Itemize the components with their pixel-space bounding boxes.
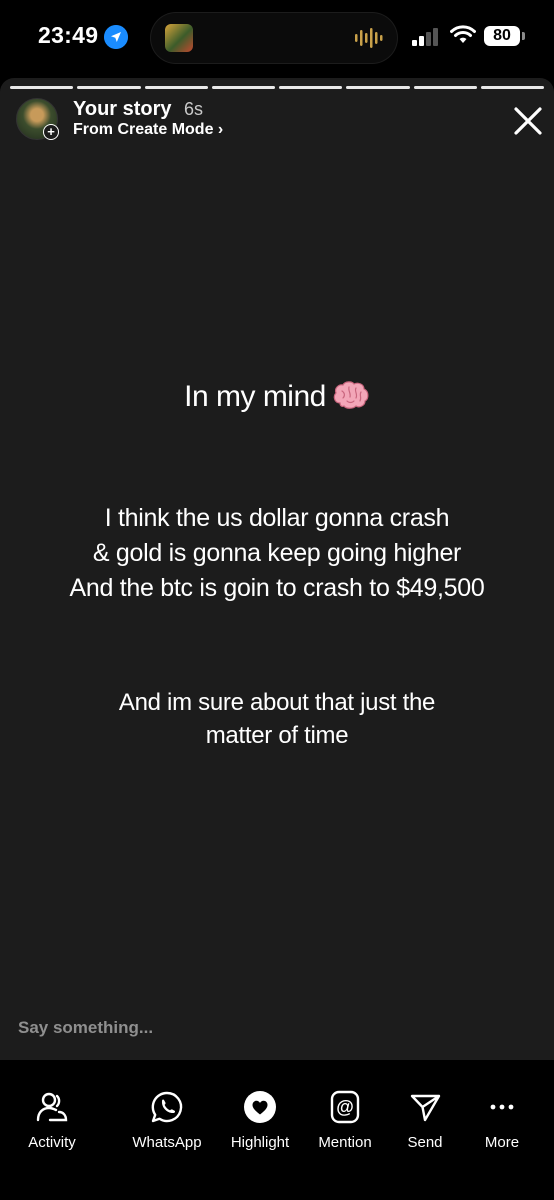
brain-emoji-icon	[333, 381, 369, 409]
story-viewer[interactable]: + Your story 6s From Create Mode › In my…	[0, 78, 554, 1060]
battery-tip	[522, 32, 525, 40]
send-icon	[410, 1094, 441, 1122]
audio-waveform-icon	[355, 28, 383, 48]
progress-segment	[346, 86, 410, 89]
mention-label: Mention	[318, 1134, 372, 1151]
story-owner[interactable]: Your story	[73, 98, 172, 121]
progress-segment	[413, 86, 477, 89]
add-story-icon[interactable]: +	[43, 124, 59, 140]
story-line: And the btc is goin to crash to $49,500	[69, 574, 485, 602]
progress-segment	[144, 86, 208, 89]
now-playing-artwork	[165, 24, 193, 52]
story-progress-bar	[10, 86, 544, 89]
story-heading: In my mind	[0, 380, 554, 414]
reply-input[interactable]	[16, 1015, 520, 1041]
status-bar: 23:49 80	[0, 0, 554, 80]
more-dots-icon	[490, 1104, 514, 1110]
progress-segment	[10, 86, 74, 89]
close-icon[interactable]	[510, 103, 546, 139]
highlight-heart-icon	[244, 1091, 276, 1123]
highlight-label: Highlight	[230, 1134, 290, 1151]
more-button[interactable]: More	[457, 1090, 547, 1151]
story-age: 6s	[184, 99, 204, 119]
progress-segment	[480, 86, 544, 89]
activity-button[interactable]: Activity	[7, 1090, 97, 1151]
whatsapp-icon	[151, 1091, 183, 1123]
progress-segment	[279, 86, 343, 89]
progress-segment	[77, 86, 141, 89]
story-line: matter of time	[205, 722, 349, 749]
story-line: & gold is gonna keep going higher	[92, 539, 462, 567]
story-source-link[interactable]: From Create Mode ›	[73, 121, 223, 139]
more-label: More	[484, 1134, 520, 1151]
status-time: 23:49	[38, 22, 99, 48]
story-paragraph-2: And im sure about that just the matter o…	[0, 686, 554, 752]
battery-level: 80	[484, 26, 520, 46]
mention-at-icon: @	[330, 1090, 360, 1124]
highlight-button[interactable]: Highlight	[215, 1090, 305, 1151]
wifi-icon	[450, 25, 476, 43]
cellular-signal-icon	[412, 28, 438, 46]
story-line: I think the us dollar gonna crash	[104, 504, 450, 532]
progress-segment	[211, 86, 275, 89]
dynamic-island[interactable]	[151, 13, 397, 63]
story-heading-text: In my mind	[184, 380, 326, 413]
whatsapp-button[interactable]: WhatsApp	[122, 1090, 212, 1151]
whatsapp-label: WhatsApp	[132, 1134, 202, 1151]
story-line: And im sure about that just the	[118, 689, 436, 716]
story-action-bar: Activity WhatsApp Highlight @ Mention Se…	[0, 1060, 554, 1200]
activity-label: Activity	[28, 1134, 76, 1151]
activity-icon	[36, 1092, 68, 1122]
story-paragraph-1: I think the us dollar gonna crash & gold…	[0, 501, 554, 606]
svg-text:@: @	[336, 1097, 354, 1117]
location-arrow-icon	[104, 25, 128, 49]
mention-button[interactable]: @ Mention	[300, 1090, 390, 1151]
